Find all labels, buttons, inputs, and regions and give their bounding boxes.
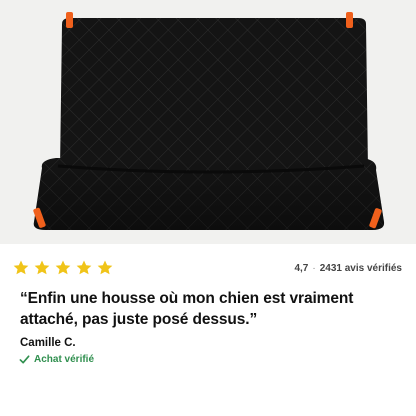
review-quote: “Enfin une housse où mon chien est vraim… <box>20 290 354 328</box>
seat-cover-illustration <box>33 12 385 230</box>
star-icon <box>76 260 92 275</box>
star-icon <box>55 260 71 275</box>
star-icon <box>34 260 50 275</box>
review-count: 2431 avis vérifiés <box>319 262 402 274</box>
rating-summary: 4,7 · 2431 avis vérifiés <box>294 263 402 274</box>
review-author: Camille C. <box>20 337 76 349</box>
star-rating <box>12 259 114 277</box>
verified-label: Achat vérifié <box>34 354 95 365</box>
rating-value: 4,7 <box>294 262 309 274</box>
star-icon <box>97 260 113 275</box>
star-icon <box>13 260 29 275</box>
check-icon <box>19 355 30 364</box>
rating-separator: · <box>312 262 316 274</box>
rating-row: 4,7 · 2431 avis vérifiés <box>12 256 402 280</box>
verified-purchase-badge: Achat vérifié <box>19 354 94 365</box>
product-image <box>0 0 416 244</box>
strap-tab-top-left <box>66 12 73 28</box>
strap-tab-top-right <box>346 12 353 28</box>
